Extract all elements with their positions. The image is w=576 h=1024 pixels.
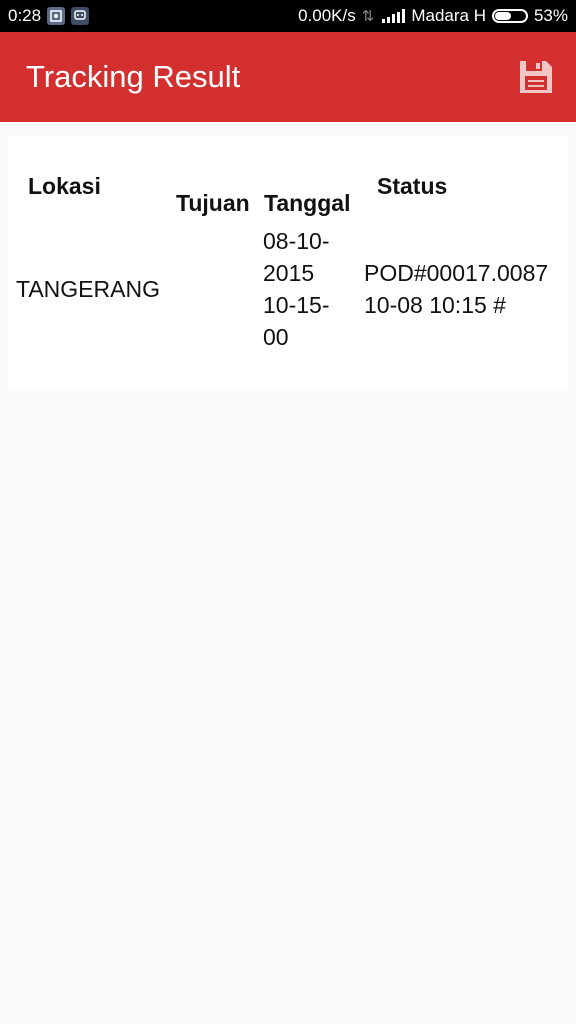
save-icon [520, 61, 552, 93]
status-bar-left: 0:28 [8, 6, 90, 26]
battery-icon [491, 9, 528, 23]
status-bar-right: 0.00K/s ⇅ Madara H 53% [298, 6, 568, 26]
signal-icon [382, 9, 406, 23]
cell-lokasi: TANGERANG [16, 276, 160, 302]
cell-tanggal-line: 10-15- [263, 292, 330, 318]
cell-tanggal-line: 08-10- [263, 228, 330, 254]
status-time: 0:28 [8, 6, 42, 25]
bbm-notification-icon [71, 7, 90, 25]
app-toolbar: Tracking Result [0, 32, 576, 122]
cell-tanggal-line: 2015 [263, 260, 315, 286]
header-tujuan: Tujuan [176, 190, 250, 216]
status-bar: 0:28 0.00K/s ⇅ Madara H 53% [0, 0, 576, 32]
cell-tanggal-line: 00 [263, 324, 289, 350]
cell-status-line: POD#00017.0087 [364, 260, 549, 286]
cell-status-line: 10-08 10:15 # [364, 292, 506, 318]
image-notification-icon [47, 7, 66, 25]
carrier-name: Madara H [411, 6, 486, 25]
tracking-result-table: Lokasi Tujuan Tanggal Status TANGERANG 0… [8, 136, 568, 391]
header-lokasi: Lokasi [28, 173, 101, 199]
cell-tanggal: 08-10- 2015 10-15- 00 [263, 225, 329, 353]
header-status: Status [377, 173, 448, 199]
cell-status: POD#00017.0087 10-08 10:15 # [364, 257, 548, 321]
battery-percent: 53% [533, 6, 568, 25]
header-tanggal: Tanggal [264, 190, 351, 216]
net-speed: 0.00K/s [298, 6, 356, 25]
save-button[interactable] [516, 57, 556, 97]
page-title: Tracking Result [26, 59, 241, 94]
data-transfer-icon: ⇅ [361, 8, 375, 25]
